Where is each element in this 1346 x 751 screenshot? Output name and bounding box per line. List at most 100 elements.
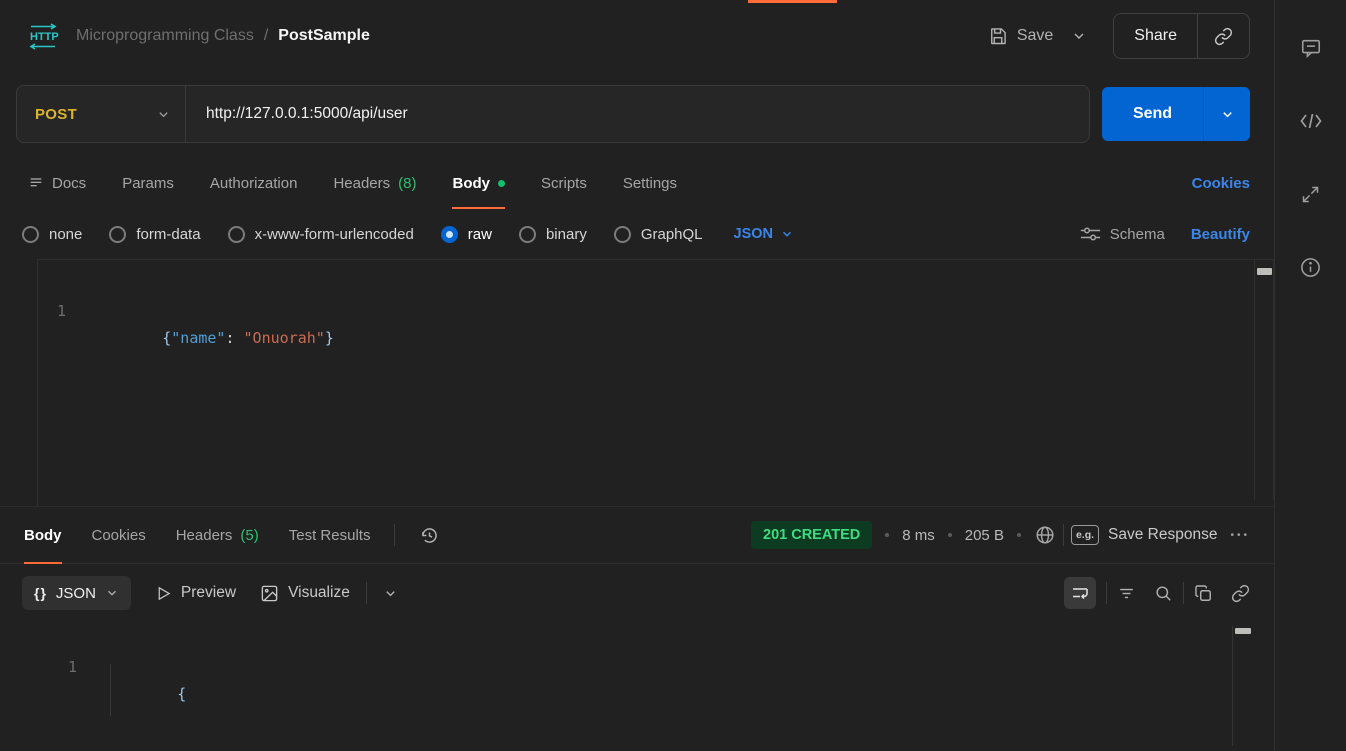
tab-label: Test Results	[289, 527, 371, 544]
response-history-icon[interactable]	[419, 525, 440, 546]
response-tab-test-results[interactable]: Test Results	[289, 506, 371, 564]
dot-separator	[1017, 533, 1021, 537]
search-icon[interactable]	[1154, 584, 1173, 603]
tab-params[interactable]: Params	[122, 157, 174, 209]
request-header-bar: HTTP Microprogramming Class / PostSample…	[0, 0, 1274, 72]
radio-icon	[614, 226, 631, 243]
format-label: JSON	[56, 585, 96, 602]
tab-label: Settings	[623, 175, 677, 192]
mode-raw[interactable]: raw	[441, 226, 492, 243]
link-icon[interactable]	[1231, 584, 1250, 603]
tab-label: Body	[452, 175, 490, 192]
json-key: "name"	[171, 329, 225, 347]
postman-app-window: HTTP Microprogramming Class / PostSample…	[0, 0, 1346, 751]
toolbar-divider	[1106, 582, 1107, 604]
cookies-link[interactable]: Cookies	[1192, 175, 1250, 192]
radio-selected-icon	[441, 226, 458, 243]
filter-icon[interactable]	[1117, 584, 1136, 603]
mode-label: form-data	[136, 226, 200, 243]
method-chevron-icon	[156, 107, 171, 122]
comments-icon[interactable]	[1299, 36, 1323, 60]
json-string-value: "Onuorah"	[244, 329, 325, 347]
url-input[interactable]: http://127.0.0.1:5000/api/user	[186, 105, 1089, 123]
header-divider	[394, 524, 395, 546]
tab-settings[interactable]: Settings	[623, 157, 677, 209]
tab-label: Authorization	[210, 175, 298, 192]
response-format-selector[interactable]: {} JSON	[22, 576, 131, 610]
mode-label: binary	[546, 226, 587, 243]
scrollbar-thumb[interactable]	[1257, 268, 1272, 275]
mode-form-data[interactable]: form-data	[109, 226, 200, 243]
save-button[interactable]: Save	[988, 26, 1053, 46]
word-wrap-icon	[1071, 584, 1089, 602]
request-editor-scrollbar[interactable]	[1254, 260, 1274, 500]
breadcrumb-request-name[interactable]: PostSample	[278, 27, 370, 45]
info-icon[interactable]	[1299, 255, 1323, 279]
copy-link-icon[interactable]	[1198, 27, 1249, 46]
response-tab-body[interactable]: Body	[24, 506, 62, 564]
tab-docs[interactable]: Docs	[28, 157, 86, 209]
response-body-viewer[interactable]: 1 { 2 "id": 1, 3 "name": "Onuorah" 4 }	[0, 618, 1274, 745]
save-response-button[interactable]: e.g. Save Response	[1071, 525, 1218, 545]
response-meta: 201 CREATED 8 ms 205 B e.g. Save Respons…	[751, 521, 1250, 549]
response-tab-headers[interactable]: Headers (5)	[176, 506, 259, 564]
response-size[interactable]: 205 B	[965, 527, 1004, 544]
view-options-chevron-icon[interactable]	[383, 586, 398, 601]
schema-button[interactable]: Schema	[1080, 225, 1165, 243]
response-headers-count-badge: (5)	[240, 527, 258, 544]
meta-divider	[1063, 524, 1064, 546]
response-code: {	[72, 685, 186, 703]
word-wrap-toggle[interactable]	[1064, 577, 1096, 609]
preview-button[interactable]: Preview	[155, 584, 236, 602]
json-open-brace: {	[162, 329, 171, 347]
tab-label: Cookies	[92, 527, 146, 544]
tab-headers[interactable]: Headers (8)	[333, 157, 416, 209]
json-braces-icon: {}	[34, 585, 47, 601]
code-snippet-icon[interactable]	[1299, 109, 1323, 133]
tab-scripts[interactable]: Scripts	[541, 157, 587, 209]
copy-icon[interactable]	[1194, 584, 1213, 603]
tab-body[interactable]: Body	[452, 157, 505, 209]
response-header-bar: Body Cookies Headers (5) Test Results 20…	[0, 506, 1274, 564]
radio-icon	[109, 226, 126, 243]
preview-label: Preview	[181, 584, 236, 602]
send-button[interactable]: Send	[1102, 87, 1203, 141]
svg-text:HTTP: HTTP	[30, 31, 59, 43]
tab-label: Headers	[333, 175, 390, 192]
switch-panes-icon[interactable]	[1299, 182, 1323, 206]
body-actions: Schema Beautify	[1080, 225, 1250, 243]
mode-binary[interactable]: binary	[519, 226, 587, 243]
json-colon: :	[225, 329, 243, 347]
response-scrollbar[interactable]	[1232, 626, 1252, 746]
send-options-chevron-icon[interactable]	[1204, 87, 1250, 141]
scrollbar-thumb[interactable]	[1235, 628, 1251, 634]
response-tab-cookies[interactable]: Cookies	[92, 506, 146, 564]
method-selector[interactable]: POST	[17, 86, 186, 142]
mode-x-www-form-urlencoded[interactable]: x-www-form-urlencoded	[228, 226, 414, 243]
response-time[interactable]: 8 ms	[902, 527, 935, 544]
request-body-editor[interactable]: 1 {"name": "Onuorah"}	[37, 259, 1274, 506]
mode-none[interactable]: none	[22, 226, 82, 243]
save-label: Save	[1017, 27, 1053, 45]
share-button[interactable]: Share	[1114, 27, 1197, 45]
network-info-icon[interactable]	[1034, 524, 1056, 546]
breadcrumb-collection[interactable]: Microprogramming Class	[76, 27, 254, 45]
docs-icon	[28, 175, 44, 191]
beautify-button[interactable]: Beautify	[1191, 226, 1250, 243]
example-badge-icon: e.g.	[1071, 525, 1099, 545]
save-options-chevron-icon[interactable]	[1071, 28, 1087, 44]
visualize-image-icon	[260, 584, 279, 603]
headers-count-badge: (8)	[398, 175, 416, 192]
more-options-icon[interactable]: •••	[1230, 530, 1250, 541]
tab-authorization[interactable]: Authorization	[210, 157, 298, 209]
tab-label: Scripts	[541, 175, 587, 192]
raw-language-selector[interactable]: JSON	[734, 226, 795, 242]
body-type-selector-row: none form-data x-www-form-urlencoded raw…	[0, 209, 1274, 259]
save-icon	[988, 26, 1008, 46]
visualize-button[interactable]: Visualize	[260, 584, 350, 603]
schema-sliders-icon	[1080, 225, 1101, 243]
tab-label: Docs	[52, 175, 86, 192]
toolbar-divider	[1183, 582, 1184, 604]
status-badge[interactable]: 201 CREATED	[751, 521, 872, 549]
mode-graphql[interactable]: GraphQL	[614, 226, 703, 243]
